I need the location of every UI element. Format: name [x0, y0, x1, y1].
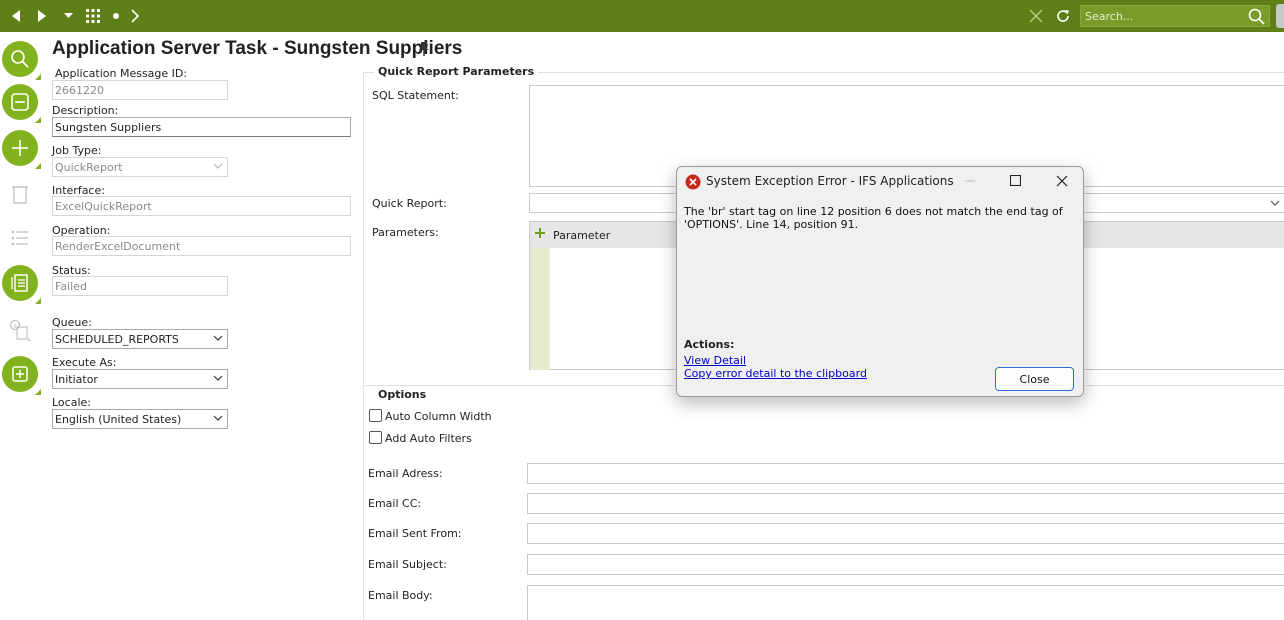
- close-button[interactable]: Close: [995, 367, 1074, 391]
- status-field: Failed: [52, 276, 228, 296]
- options-section-title: Options: [374, 388, 431, 401]
- email-body-field[interactable]: [527, 585, 1284, 620]
- minimize-button[interactable]: [955, 171, 985, 193]
- view-detail-link[interactable]: View Detail: [684, 354, 746, 367]
- error-dialog: System Exception Error - IFS Application…: [676, 166, 1084, 397]
- refresh-icon[interactable]: [1052, 0, 1074, 32]
- email-sent-from-label: Email Sent From:: [368, 527, 462, 540]
- job-type-select: QuickReport: [52, 157, 228, 177]
- dot-icon[interactable]: [108, 0, 124, 32]
- email-subject-field[interactable]: [527, 554, 1284, 575]
- job-type-label: Job Type:: [52, 144, 102, 157]
- message-id-label: Application Message ID:: [55, 67, 188, 80]
- email-cc-field[interactable]: [527, 493, 1284, 514]
- rail-list-button[interactable]: [2, 220, 38, 256]
- search-input[interactable]: [1085, 8, 1235, 24]
- operation-field: RenderExcelDocument: [52, 236, 351, 256]
- rail-delete-button[interactable]: [2, 176, 38, 212]
- queue-value: SCHEDULED_REPORTS: [55, 333, 179, 346]
- interface-field: ExcelQuickReport: [52, 196, 351, 216]
- search-icon: [11, 50, 29, 68]
- close-icon: [1056, 175, 1068, 190]
- locale-label: Locale:: [52, 396, 91, 409]
- rail-add-button[interactable]: [2, 130, 41, 169]
- email-address-label: Email Adress:: [368, 467, 443, 480]
- row-selector-column: [530, 248, 550, 370]
- email-subject-label: Email Subject:: [368, 558, 447, 571]
- parameters-label: Parameters:: [372, 226, 439, 239]
- top-navigation-bar: [0, 0, 1284, 32]
- email-cc-label: Email CC:: [368, 497, 422, 510]
- apps-grid-icon[interactable]: [82, 0, 104, 32]
- minimize-icon: [965, 176, 975, 189]
- search-box[interactable]: [1080, 5, 1270, 27]
- close-x-icon[interactable]: [1025, 0, 1047, 32]
- chevron-down-icon: [213, 413, 223, 426]
- info-document-icon: [9, 319, 31, 341]
- rail-search-button[interactable]: [2, 41, 41, 80]
- trash-icon: [12, 186, 28, 204]
- options-border: [363, 385, 364, 620]
- quick-report-border: [363, 72, 364, 384]
- add-icon: [12, 140, 28, 156]
- description-label: Description:: [52, 104, 119, 117]
- job-type-value: QuickReport: [55, 161, 123, 174]
- chevron-down-icon: [1270, 198, 1280, 211]
- rail-info-button[interactable]: [2, 312, 38, 348]
- locale-value: English (United States): [55, 413, 182, 426]
- execute-as-value: Initiator: [55, 373, 98, 386]
- sql-statement-label: SQL Statement:: [372, 89, 459, 102]
- execute-as-label: Execute As:: [52, 356, 117, 369]
- overview-icon: [11, 93, 29, 111]
- rail-overview-button[interactable]: [2, 84, 41, 123]
- add-auto-filters-checkbox[interactable]: [369, 431, 382, 444]
- copy-error-detail-link[interactable]: Copy error detail to the clipboard: [684, 367, 867, 380]
- list-icon: [11, 230, 28, 246]
- description-field[interactable]: Sungsten Suppliers: [52, 117, 351, 137]
- message-id-field: 2661220: [52, 80, 228, 100]
- auto-column-width-checkbox[interactable]: [369, 409, 382, 422]
- error-icon: [685, 174, 701, 193]
- maximize-icon: [1009, 174, 1021, 189]
- dropdown-caret-icon[interactable]: [60, 0, 76, 32]
- parameter-column-header[interactable]: Parameter: [553, 229, 610, 242]
- quick-report-label: Quick Report:: [372, 197, 447, 210]
- queue-label: Queue:: [52, 316, 92, 329]
- email-sent-from-field[interactable]: [527, 523, 1284, 544]
- forward-arrow-icon[interactable]: [30, 0, 54, 32]
- dialog-title: System Exception Error - IFS Application…: [706, 174, 954, 188]
- add-auto-filters-label: Add Auto Filters: [385, 432, 472, 445]
- details-list-icon: [11, 274, 28, 292]
- quick-report-section-title: Quick Report Parameters: [374, 65, 539, 78]
- auto-column-width-label: Auto Column Width: [385, 410, 492, 423]
- search-icon[interactable]: [1248, 8, 1265, 28]
- queue-select[interactable]: SCHEDULED_REPORTS: [52, 329, 228, 349]
- chevron-down-icon: [213, 373, 223, 386]
- chevron-down-icon: [213, 161, 223, 174]
- execute-as-select[interactable]: Initiator: [52, 369, 228, 389]
- back-arrow-icon[interactable]: [4, 0, 28, 32]
- actions-label: Actions:: [684, 338, 735, 351]
- avatar[interactable]: [1276, 4, 1284, 28]
- add-row-icon[interactable]: [534, 227, 546, 242]
- email-address-field[interactable]: [527, 463, 1284, 484]
- add-document-icon: [12, 366, 28, 382]
- rail-details-button[interactable]: [2, 265, 41, 304]
- pin-icon[interactable]: [418, 42, 430, 59]
- email-body-label: Email Body:: [368, 589, 433, 602]
- error-message: The 'br' start tag on line 12 position 6…: [684, 205, 1063, 231]
- maximize-button[interactable]: [1000, 171, 1030, 193]
- dialog-close-x-button[interactable]: [1047, 171, 1077, 193]
- rail-add-document-button[interactable]: [2, 356, 41, 395]
- locale-select[interactable]: English (United States): [52, 409, 228, 429]
- chevron-down-icon: [213, 333, 223, 346]
- chevron-right-icon[interactable]: [126, 0, 144, 32]
- page-title: Application Server Task - Sungsten Suppl…: [52, 38, 463, 59]
